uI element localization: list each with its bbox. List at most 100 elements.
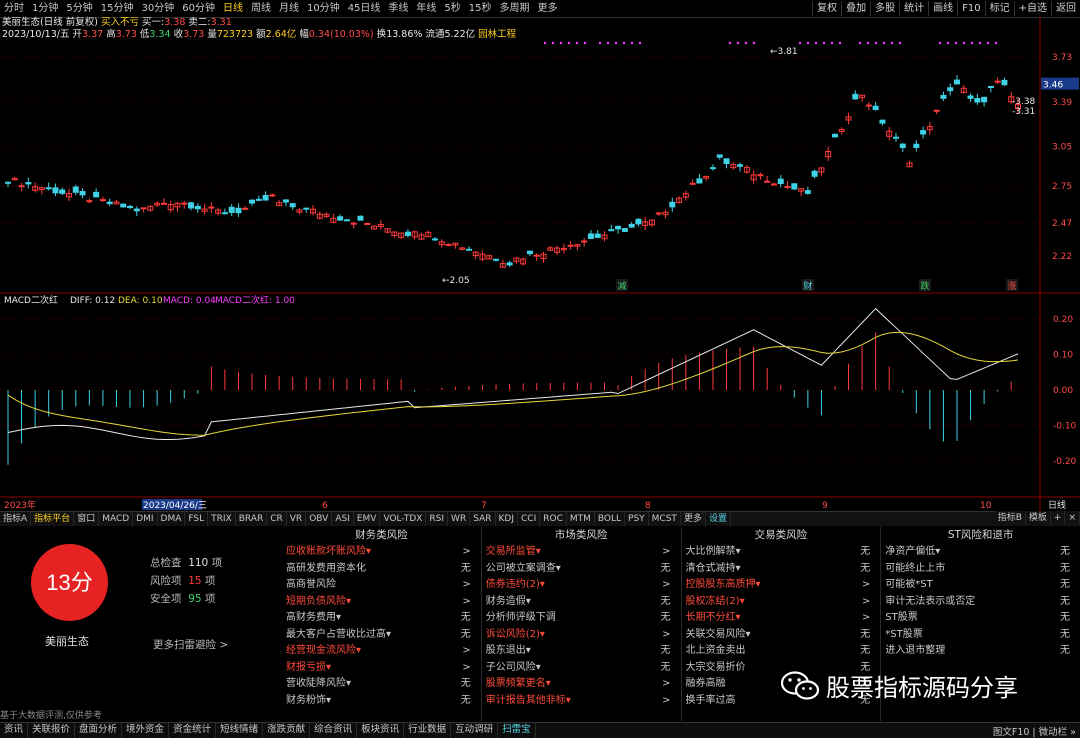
timeframe-tab[interactable]: 分时 bbox=[0, 2, 28, 16]
indicator-tab[interactable]: RSI bbox=[426, 512, 449, 526]
timeframe-tab[interactable]: 30分钟 bbox=[137, 2, 178, 16]
risk-item[interactable]: 应收账款坏账风险▾ > bbox=[286, 544, 477, 561]
toolbar-button[interactable]: 复权 bbox=[812, 1, 841, 16]
status-right[interactable]: 图文F10 | 微动栏 » bbox=[993, 724, 1076, 738]
timeframe-tab[interactable]: 季线 bbox=[384, 2, 412, 16]
indicator-tab[interactable]: ASI bbox=[332, 512, 354, 526]
risk-item[interactable]: 净资产偏低▾ 无 bbox=[885, 544, 1076, 561]
risk-item[interactable]: 债券违约(2)▾ > bbox=[486, 577, 677, 594]
indicator-tab[interactable]: 设置 bbox=[706, 512, 731, 526]
indicator-tab[interactable]: VOL-TDX bbox=[380, 512, 427, 526]
toolbar-button[interactable]: 多股 bbox=[870, 1, 899, 16]
indicator-tab[interactable]: 指标A bbox=[0, 512, 32, 526]
risk-item[interactable]: 最大客户占营收比过高▾ 无 bbox=[286, 627, 477, 644]
status-tab[interactable]: 综合资讯 bbox=[310, 723, 358, 738]
risk-item[interactable]: 高商誉风险 > bbox=[286, 577, 477, 594]
indicator-tab[interactable]: MTM bbox=[567, 512, 595, 526]
toolbar-button[interactable]: +自选 bbox=[1013, 1, 1051, 16]
indicator-tab[interactable]: DMA bbox=[158, 512, 186, 526]
timeframe-tab[interactable]: 日线 bbox=[219, 2, 247, 16]
indicator-tab[interactable]: MCST bbox=[649, 512, 681, 526]
indicator-tab[interactable]: MACD bbox=[99, 512, 134, 526]
risk-item[interactable]: 可能被*ST 无 bbox=[885, 577, 1076, 594]
status-tab[interactable]: 短线情绪 bbox=[216, 723, 264, 738]
risk-item[interactable]: 高研发费用资本化 无 bbox=[286, 561, 477, 578]
risk-item[interactable]: 长期不分红▾ > bbox=[686, 610, 877, 627]
timeframe-tab[interactable]: 年线 bbox=[412, 2, 440, 16]
toolbar-button[interactable]: 叠加 bbox=[841, 1, 870, 16]
indicator-tab[interactable]: 指标平台 bbox=[31, 512, 75, 526]
risk-item[interactable]: 高财务费用▾ 无 bbox=[286, 610, 477, 627]
risk-item[interactable]: 分析师评级下调 无 bbox=[486, 610, 677, 627]
risk-item[interactable]: 营收陡降风险▾ 无 bbox=[286, 676, 477, 693]
timeframe-tab[interactable]: 10分钟 bbox=[303, 2, 344, 16]
timeframe-tab[interactable]: 多周期 bbox=[496, 2, 534, 16]
status-tab[interactable]: 资讯 bbox=[0, 723, 29, 738]
status-tab[interactable]: 互动调研 bbox=[451, 723, 499, 738]
indicator-tab[interactable]: CR bbox=[267, 512, 287, 526]
toolbar-button[interactable]: 标记 bbox=[984, 1, 1014, 16]
timeframe-tab[interactable]: 更多 bbox=[534, 2, 562, 16]
risk-item[interactable]: 审计报告其他非标▾ > bbox=[486, 693, 677, 710]
risk-item[interactable]: 审计无法表示或否定 无 bbox=[885, 594, 1076, 611]
status-tab[interactable]: 扫雷宝 bbox=[498, 723, 536, 738]
indicator-tab[interactable]: BOLL bbox=[595, 512, 626, 526]
timeframe-tab[interactable]: 60分钟 bbox=[178, 2, 219, 16]
risk-item[interactable]: ST股票 无 bbox=[885, 610, 1076, 627]
indicator-tab[interactable]: EMV bbox=[354, 512, 381, 526]
indicator-right-button[interactable]: + bbox=[1051, 511, 1066, 525]
risk-item[interactable]: 控股股东高质押▾ > bbox=[686, 577, 877, 594]
risk-item[interactable]: 股票频繁更名▾ > bbox=[486, 676, 677, 693]
indicator-tab[interactable]: WR bbox=[448, 512, 471, 526]
risk-item[interactable]: 进入退市整理 无 bbox=[885, 643, 1076, 660]
indicator-tab[interactable]: ROC bbox=[540, 512, 567, 526]
risk-item[interactable]: 公司被立案调查▾ 无 bbox=[486, 561, 677, 578]
timeframe-tab[interactable]: 周线 bbox=[247, 2, 275, 16]
risk-item[interactable]: 财务粉饰▾ 无 bbox=[286, 693, 477, 710]
indicator-tab[interactable]: 窗口 bbox=[74, 512, 100, 526]
indicator-tab[interactable]: TRIX bbox=[208, 512, 236, 526]
indicator-right-button[interactable]: 指标B bbox=[995, 511, 1026, 525]
indicator-tab[interactable]: FSL bbox=[185, 512, 209, 526]
risk-item[interactable]: 股东退出▾ 无 bbox=[486, 643, 677, 660]
indicator-tab[interactable]: PSY bbox=[625, 512, 649, 526]
timeframe-tab[interactable]: 月线 bbox=[275, 2, 303, 16]
indicator-tab[interactable]: SAR bbox=[470, 512, 496, 526]
risk-item[interactable]: 诉讼风险(2)▾ > bbox=[486, 627, 677, 644]
kline-chart[interactable]: 3.73 3.39 3.05 2.75 2.47 2.22 3.46 ←3.81 ←2.05 -3… bbox=[0, 17, 1080, 511]
risk-item[interactable]: 清仓式减持▾ 无 bbox=[686, 561, 877, 578]
risk-item[interactable]: 财务造假▾ 无 bbox=[486, 594, 677, 611]
risk-item[interactable]: 北上资金卖出 无 bbox=[686, 643, 877, 660]
toolbar-button[interactable]: 统计 bbox=[899, 1, 928, 16]
indicator-tab[interactable]: VR bbox=[287, 512, 307, 526]
indicator-tab[interactable]: BRAR bbox=[236, 512, 268, 526]
timeframe-tab[interactable]: 5分钟 bbox=[62, 2, 96, 16]
status-tab[interactable]: 关联报价 bbox=[28, 723, 76, 738]
indicator-tab[interactable]: OBV bbox=[306, 512, 333, 526]
risk-item[interactable]: 可能终止上市 无 bbox=[885, 561, 1076, 578]
risk-item[interactable]: 大比例解禁▾ 无 bbox=[686, 544, 877, 561]
indicator-tab[interactable]: DMI bbox=[133, 512, 158, 526]
timeframe-tab[interactable]: 15分钟 bbox=[97, 2, 138, 16]
risk-item[interactable]: 财报亏损▾ > bbox=[286, 660, 477, 677]
risk-item[interactable]: 关联交易风险▾ 无 bbox=[686, 627, 877, 644]
indicator-tab[interactable]: CCI bbox=[518, 512, 541, 526]
status-tab[interactable]: 板块资讯 bbox=[357, 723, 405, 738]
risk-item[interactable]: *ST股票 无 bbox=[885, 627, 1076, 644]
toolbar-button[interactable]: F10 bbox=[957, 1, 984, 16]
indicator-tab[interactable]: 更多 bbox=[681, 512, 706, 526]
status-tab[interactable]: 行业数据 bbox=[404, 723, 452, 738]
risk-item[interactable]: 经营现金流风险▾ > bbox=[286, 643, 477, 660]
indicator-tab[interactable]: KDJ bbox=[496, 512, 518, 526]
indicator-right-button[interactable]: 模板 bbox=[1026, 511, 1051, 525]
risk-item[interactable]: 子公司风险▾ 无 bbox=[486, 660, 677, 677]
timeframe-tab[interactable]: 5秒 bbox=[440, 2, 464, 16]
status-tab[interactable]: 涨跌贡献 bbox=[263, 723, 311, 738]
timeframe-tab[interactable]: 45日线 bbox=[344, 2, 385, 16]
status-tab[interactable]: 境外资金 bbox=[122, 723, 170, 738]
timeframe-tab[interactable]: 15秒 bbox=[465, 2, 496, 16]
risk-item[interactable]: 交易所监管▾ > bbox=[486, 544, 677, 561]
timeframe-tab[interactable]: 1分钟 bbox=[28, 2, 62, 16]
status-tab[interactable]: 盘面分析 bbox=[75, 723, 123, 738]
risk-item[interactable]: 股权冻结(2)▾ > bbox=[686, 594, 877, 611]
